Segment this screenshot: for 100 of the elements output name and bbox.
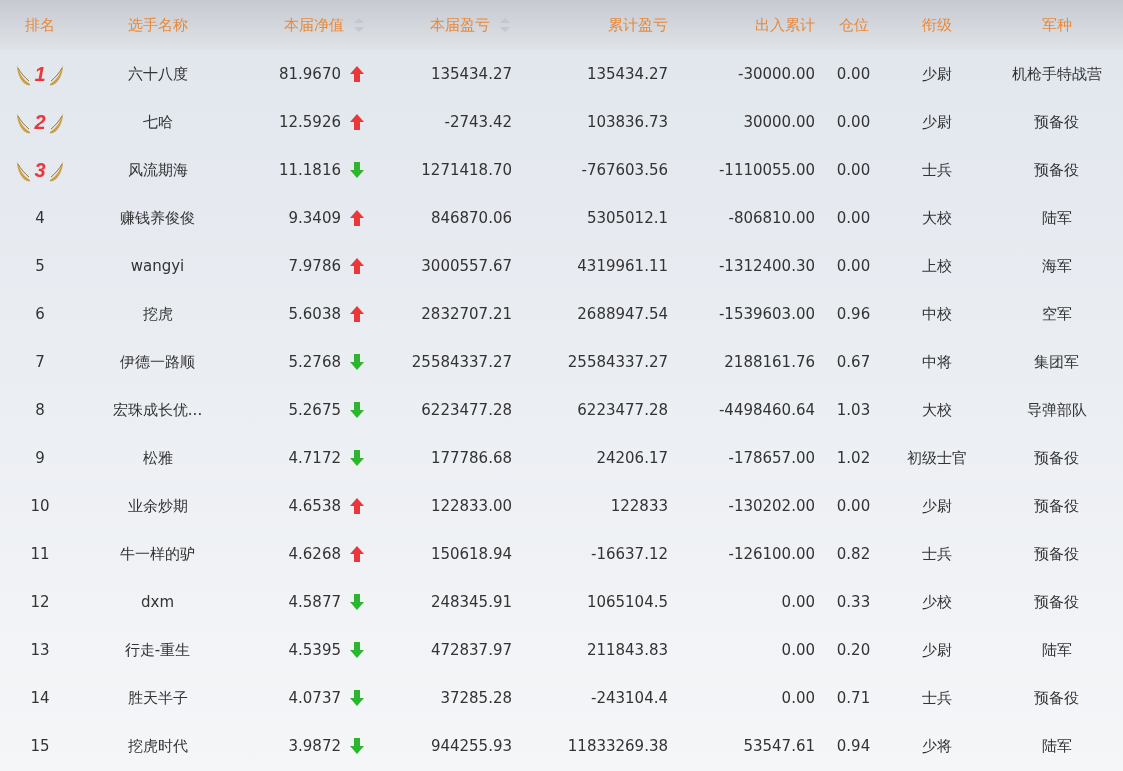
net-value: 4.6538 — [288, 497, 341, 515]
in-out-total: 53547.61 — [743, 737, 815, 755]
period-profit: 472837.97 — [430, 641, 512, 659]
branch-name: 预备役 — [1034, 592, 1079, 612]
rank-number: 7 — [35, 353, 45, 371]
military-rank: 士兵 — [922, 688, 952, 708]
cumulative-profit: 103836.73 — [586, 113, 668, 131]
in-out-total: -130202.00 — [728, 497, 815, 515]
cumulative-profit: 25584337.27 — [567, 353, 668, 371]
period-profit: 3000557.67 — [421, 257, 512, 275]
cumulative-profit: -243104.4 — [591, 689, 668, 707]
in-out-total: -1539603.00 — [718, 305, 815, 323]
branch-name: 陆军 — [1041, 208, 1072, 228]
branch-name: 预备役 — [1034, 112, 1079, 132]
rank-number: 15 — [30, 737, 50, 755]
net-value: 7.9786 — [288, 257, 341, 275]
player-name: dxm — [141, 593, 174, 611]
net-value: 5.6038 — [288, 305, 341, 323]
period-profit: 944255.93 — [430, 737, 512, 755]
period-profit: 122833.00 — [430, 497, 512, 515]
player-name: 六十八度 — [127, 64, 188, 84]
military-rank: 上校 — [922, 256, 952, 276]
period-profit: 25584337.27 — [411, 353, 512, 371]
military-rank: 少将 — [922, 736, 952, 756]
net-value: 9.3409 — [288, 209, 341, 227]
player-name: 松雅 — [142, 448, 173, 468]
net-value: 4.0737 — [288, 689, 341, 707]
rank-number: 4 — [35, 209, 45, 227]
rank-number: 5 — [35, 257, 45, 275]
period-profit: 37285.28 — [440, 689, 512, 707]
in-out-total: -178657.00 — [728, 449, 815, 467]
net-value: 5.2675 — [288, 401, 341, 419]
period-profit: 177786.68 — [430, 449, 512, 467]
cumulative-profit: 11833269.38 — [567, 737, 668, 755]
position-value: 0.71 — [836, 689, 871, 707]
cumulative-profit: 211843.83 — [586, 641, 668, 659]
rank-number: 12 — [30, 593, 50, 611]
period-profit: 2832707.21 — [421, 305, 512, 323]
position-value: 0.96 — [836, 305, 871, 323]
cumulative-profit: 2688947.54 — [577, 305, 668, 323]
player-name: 七哈 — [142, 112, 173, 132]
military-rank: 中将 — [922, 352, 952, 372]
net-value: 3.9872 — [288, 737, 341, 755]
position-value: 1.03 — [836, 401, 871, 419]
in-out-total: -30000.00 — [738, 65, 815, 83]
rank-number: 1 — [34, 62, 46, 86]
rank-number: 3 — [34, 158, 46, 182]
branch-name: 预备役 — [1034, 160, 1079, 180]
column-header: 选手名称 — [127, 15, 188, 35]
period-profit: 248345.91 — [430, 593, 512, 611]
in-out-total: -1312400.30 — [718, 257, 815, 275]
column-header: 本届盈亏 — [430, 15, 490, 35]
military-rank: 大校 — [922, 400, 952, 420]
branch-name: 预备役 — [1034, 688, 1079, 708]
branch-name: 陆军 — [1041, 640, 1072, 660]
player-name: 赚钱养俊俊 — [120, 208, 195, 228]
rank-number: 6 — [35, 305, 45, 323]
column-header: 本届净值 — [284, 15, 344, 35]
net-value: 4.6268 — [288, 545, 341, 563]
position-value: 0.00 — [836, 257, 871, 275]
period-profit: 846870.06 — [430, 209, 512, 227]
period-profit: -2743.42 — [444, 113, 512, 131]
military-rank: 少尉 — [922, 112, 952, 132]
column-header: 衔级 — [922, 15, 952, 35]
in-out-total: -1110055.00 — [718, 161, 815, 179]
cumulative-profit: 4319961.11 — [577, 257, 668, 275]
branch-name: 陆军 — [1041, 736, 1072, 756]
column-header: 累计盈亏 — [608, 15, 668, 35]
military-rank: 少尉 — [922, 496, 952, 516]
military-rank: 士兵 — [922, 160, 952, 180]
player-name: 挖虎 — [142, 304, 173, 324]
cumulative-profit: 24206.17 — [596, 449, 668, 467]
net-value: 81.9670 — [278, 65, 341, 83]
period-profit: 1271418.70 — [421, 161, 512, 179]
net-value: 12.5926 — [278, 113, 341, 131]
branch-name: 预备役 — [1034, 448, 1079, 468]
in-out-total: -806810.00 — [728, 209, 815, 227]
position-value: 0.00 — [836, 113, 871, 131]
cumulative-profit: -767603.56 — [581, 161, 668, 179]
column-header: 仓位 — [838, 15, 869, 35]
rank-number: 14 — [30, 689, 50, 707]
cumulative-profit: -16637.12 — [591, 545, 668, 563]
position-value: 0.67 — [836, 353, 871, 371]
branch-name: 集团军 — [1034, 352, 1079, 372]
cumulative-profit: 122833 — [610, 497, 668, 515]
net-value: 11.1816 — [278, 161, 341, 179]
player-name: 业余炒期 — [127, 496, 188, 516]
column-header: 排名 — [25, 15, 55, 35]
military-rank: 初级士官 — [907, 448, 967, 468]
period-profit: 135434.27 — [430, 65, 512, 83]
position-value: 0.33 — [836, 593, 871, 611]
player-name: 伊德一路顺 — [120, 352, 195, 372]
military-rank: 少尉 — [922, 640, 952, 660]
cumulative-profit: 5305012.1 — [586, 209, 668, 227]
column-header: 军种 — [1041, 15, 1072, 35]
in-out-total: 0.00 — [781, 641, 815, 659]
position-value: 0.00 — [836, 161, 871, 179]
position-value: 0.20 — [836, 641, 871, 659]
player-name: 挖虎时代 — [127, 736, 188, 756]
player-name: 宏珠成长优... — [112, 400, 203, 420]
